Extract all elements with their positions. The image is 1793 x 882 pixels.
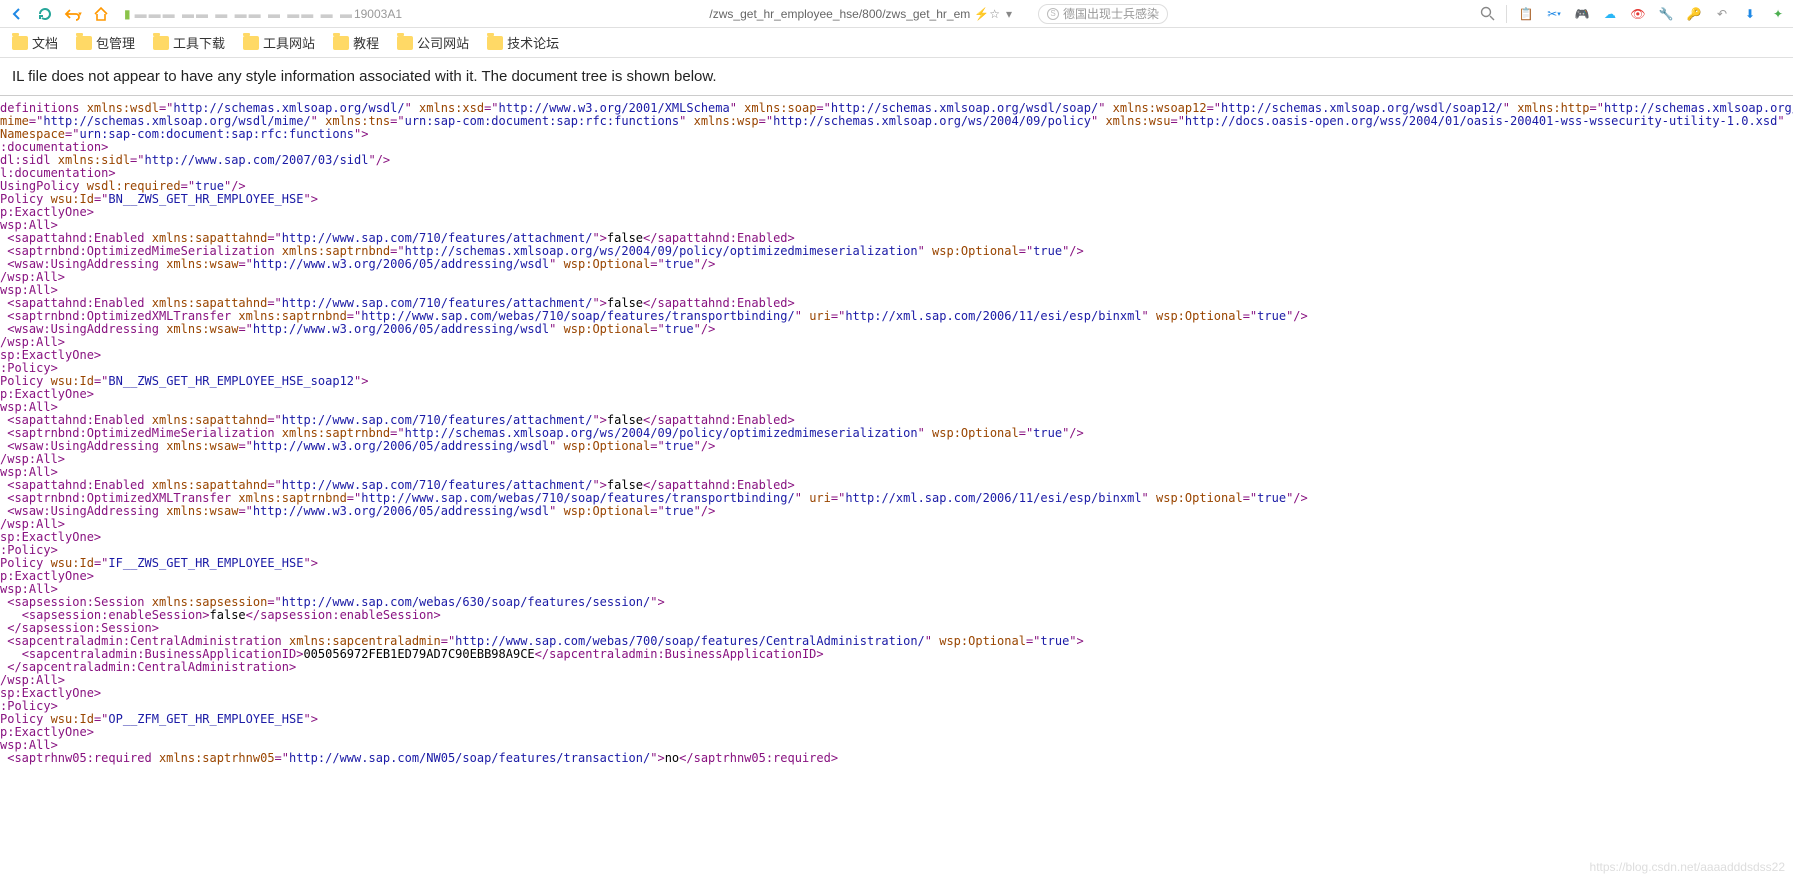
undo-button[interactable]: ▾ xyxy=(62,3,84,25)
back-button[interactable] xyxy=(6,3,28,25)
gamepad-icon[interactable]: 🎮 xyxy=(1573,5,1591,23)
browser-toolbar: ▾ ▮ ▬▬▬ ▬▬ ▬ ▬▬ ▬ ▬▬ ▬ ▬ 19003A1 /zws_ge… xyxy=(0,0,1793,28)
home-button[interactable] xyxy=(90,3,112,25)
search-engine-icon: S xyxy=(1047,8,1059,20)
folder-icon xyxy=(243,36,259,50)
bookmark-label: 公司网站 xyxy=(417,33,469,52)
folder-icon xyxy=(333,36,349,50)
key-icon[interactable]: 🔑 xyxy=(1685,5,1703,23)
lightning-icon: ⚡ xyxy=(974,7,989,21)
folder-icon xyxy=(12,36,28,50)
url-port-hint: 19003A1 xyxy=(354,7,402,21)
xml-notice: IL file does not appear to have any styl… xyxy=(0,58,1793,96)
url-redacted: ▬▬▬ ▬▬ ▬ ▬▬ ▬ ▬▬ ▬ ▬ xyxy=(135,7,354,21)
folder-icon xyxy=(397,36,413,50)
bookmark-item[interactable]: 工具网站 xyxy=(243,33,315,52)
bookmark-item[interactable]: 文档 xyxy=(12,33,58,52)
bookmark-item[interactable]: 包管理 xyxy=(76,33,135,52)
watermark: https://blog.csdn.net/aaaadddsdss22 xyxy=(1590,860,1785,874)
bookmark-item[interactable]: 教程 xyxy=(333,33,379,52)
bookmark-item[interactable]: 工具下载 xyxy=(153,33,225,52)
bookmark-item[interactable]: 技术论坛 xyxy=(487,33,559,52)
url-bar[interactable]: ▮ ▬▬▬ ▬▬ ▬ ▬▬ ▬ ▬▬ ▬ ▬ 19003A1 /zws_get_… xyxy=(118,3,1018,25)
bookmark-star-icon[interactable]: ☆ xyxy=(989,7,1000,21)
bookmark-label: 工具网站 xyxy=(263,33,315,52)
translate-icon[interactable]: 📋 xyxy=(1517,5,1535,23)
file-icon: ▮ xyxy=(124,7,131,21)
bookmark-label: 教程 xyxy=(353,33,379,52)
folder-icon xyxy=(153,36,169,50)
bookmark-label: 技术论坛 xyxy=(507,33,559,52)
xml-tree: definitions xmlns:wsdl="http://schemas.x… xyxy=(0,96,1793,785)
search-icon[interactable] xyxy=(1478,5,1496,23)
bookmarks-bar: 文档 包管理 工具下载 工具网站 教程 公司网站 技术论坛 xyxy=(0,28,1793,58)
folder-icon xyxy=(76,36,92,50)
search-box[interactable]: S 德国出现士兵感染 xyxy=(1038,4,1168,24)
scissors-icon[interactable]: ✂▾ xyxy=(1545,5,1563,23)
bookmark-label: 工具下载 xyxy=(173,33,225,52)
download-icon[interactable]: ⬇ xyxy=(1741,5,1759,23)
toolbar-right: 📋 ✂▾ 🎮 ☁ 👁 🔧 🔑 ↶ ⬇ ✦ xyxy=(1478,5,1787,23)
url-fragment: /zws_get_hr_employee_hse/800/zws_get_hr_… xyxy=(709,7,970,21)
bookmark-item[interactable]: 公司网站 xyxy=(397,33,469,52)
restore-icon[interactable]: ↶ xyxy=(1713,5,1731,23)
reload-button[interactable] xyxy=(34,3,56,25)
folder-icon xyxy=(487,36,503,50)
cloud-icon[interactable]: ☁ xyxy=(1601,5,1619,23)
weibo-icon[interactable]: 👁 xyxy=(1629,5,1647,23)
bookmark-label: 包管理 xyxy=(96,33,135,52)
bookmark-label: 文档 xyxy=(32,33,58,52)
url-dropdown-icon[interactable]: ▾ xyxy=(1006,7,1012,21)
search-placeholder: 德国出现士兵感染 xyxy=(1063,5,1159,22)
wrench-icon[interactable]: 🔧 xyxy=(1657,5,1675,23)
extension-icon[interactable]: ✦ xyxy=(1769,5,1787,23)
